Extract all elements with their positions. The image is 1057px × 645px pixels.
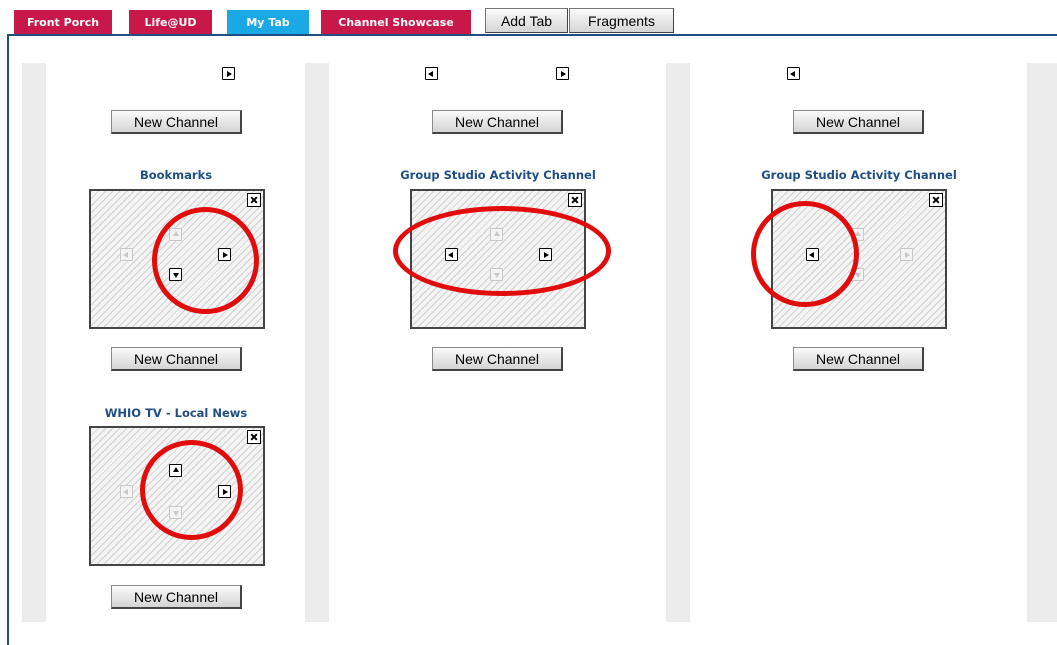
- tab-life-at-ud[interactable]: Life@UD: [129, 10, 212, 34]
- add-tab-button[interactable]: Add Tab: [485, 8, 568, 33]
- new-channel-button[interactable]: New Channel: [793, 347, 924, 371]
- close-icon[interactable]: [568, 193, 582, 207]
- new-channel-button[interactable]: New Channel: [111, 347, 242, 371]
- column-gutter: [22, 63, 46, 622]
- close-icon[interactable]: [929, 193, 943, 207]
- new-channel-button[interactable]: New Channel: [432, 110, 563, 134]
- annotation-circle: [751, 201, 859, 307]
- close-icon[interactable]: [247, 193, 261, 207]
- move-right-icon: [900, 248, 913, 261]
- new-channel-button[interactable]: New Channel: [111, 110, 242, 134]
- annotation-circle: [393, 206, 611, 296]
- channel-title-bookmarks[interactable]: Bookmarks: [46, 168, 306, 182]
- column-3-move-left-icon[interactable]: [787, 67, 800, 80]
- tab-my-tab[interactable]: My Tab: [227, 10, 309, 34]
- channel-title-whio-tv[interactable]: WHIO TV - Local News: [46, 406, 306, 420]
- column-1-move-right-icon[interactable]: [222, 67, 235, 80]
- annotation-circle: [152, 207, 259, 314]
- move-left-icon: [120, 248, 133, 261]
- new-channel-button[interactable]: New Channel: [793, 110, 924, 134]
- move-left-icon: [120, 485, 133, 498]
- column-gutter: [1027, 63, 1057, 622]
- new-channel-button[interactable]: New Channel: [111, 585, 242, 609]
- new-channel-button[interactable]: New Channel: [432, 347, 563, 371]
- channel-title-group-studio[interactable]: Group Studio Activity Channel: [729, 168, 989, 182]
- column-2-move-left-icon[interactable]: [425, 67, 438, 80]
- tab-bar: Front Porch Life@UD My Tab Channel Showc…: [0, 0, 1057, 34]
- column-gutter: [305, 63, 329, 622]
- tab-front-porch[interactable]: Front Porch: [14, 10, 112, 34]
- close-icon[interactable]: [247, 430, 261, 444]
- fragments-button[interactable]: Fragments: [569, 8, 674, 33]
- channel-title-group-studio[interactable]: Group Studio Activity Channel: [368, 168, 628, 182]
- column-gutter: [666, 63, 690, 622]
- annotation-circle: [140, 440, 243, 540]
- column-2-move-right-icon[interactable]: [556, 67, 569, 80]
- tab-channel-showcase[interactable]: Channel Showcase: [321, 10, 471, 34]
